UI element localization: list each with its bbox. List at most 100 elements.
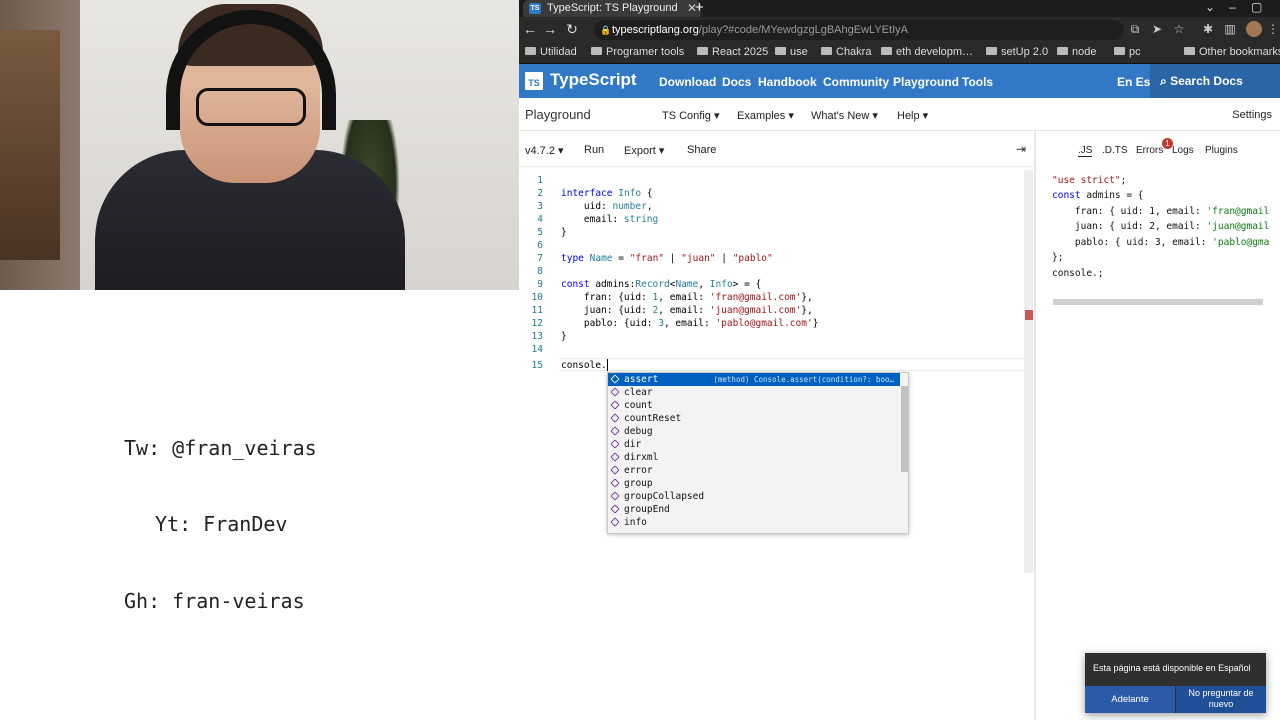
suggestion-item[interactable]: count	[608, 399, 900, 412]
output-line: fran: { uid: 1, email: 'fran@gmail	[1052, 206, 1270, 217]
code-line: 7 type Name = "fran" | "juan" | "pablo"	[537, 253, 773, 264]
search-docs-button[interactable]: ⌕ Search Docs	[1150, 64, 1280, 98]
github-handle: Gh: fran-veiras	[124, 589, 305, 613]
export-button[interactable]: Export ▾	[624, 144, 664, 157]
chevron-down-icon[interactable]: ⌄	[1205, 0, 1215, 14]
autocomplete-scrollbar[interactable]	[901, 386, 908, 472]
autocomplete-list[interactable]: assert (method) Console.assert(condition?…	[607, 372, 909, 534]
star-icon[interactable]: ☆	[1172, 22, 1186, 36]
nav-download[interactable]: Download	[659, 75, 716, 89]
suggestion-item[interactable]: clear	[608, 386, 900, 399]
output-scrollbar[interactable]	[1053, 299, 1263, 305]
url-path: /play?#code/MYewdgzgLgBAhgEwLYEtIyA	[698, 24, 908, 36]
suggestion-item[interactable]: debug	[608, 425, 900, 438]
tab-logs[interactable]: Logs	[1172, 145, 1194, 156]
output-tabs: .JS .D.TS Errors 1 Logs Plugins	[1036, 131, 1280, 167]
version-select[interactable]: v4.7.2 ▾	[525, 144, 564, 157]
suggestion-item[interactable]: dir	[608, 438, 900, 451]
output-line: pablo: { uid: 3, email: 'pablo@gma	[1052, 237, 1270, 248]
minimize-icon[interactable]: –	[1229, 0, 1236, 14]
extensions-icon[interactable]: ✱	[1201, 22, 1215, 36]
suggestion-item[interactable]: error	[608, 464, 900, 477]
editor-scrollbar[interactable]	[1024, 170, 1033, 573]
suggestion-item[interactable]: groupCollapsed	[608, 490, 900, 503]
reload-icon[interactable]: ↻	[564, 21, 580, 38]
forward-icon[interactable]: →	[542, 21, 558, 37]
nav-docs[interactable]: Docs	[722, 75, 751, 89]
code-line: 6	[537, 240, 543, 251]
language-switch[interactable]: En Es	[1117, 75, 1150, 89]
typescript-brand[interactable]: TypeScript	[550, 70, 637, 90]
folder-icon	[1184, 47, 1195, 55]
webcam-feed	[0, 0, 519, 290]
bookmark-item[interactable]: pc	[1114, 46, 1141, 58]
folder-icon	[1057, 47, 1068, 55]
bookmark-item[interactable]: eth developm…	[881, 46, 973, 58]
back-icon[interactable]: ←	[522, 21, 538, 37]
other-bookmarks[interactable]: Other bookmarks	[1184, 46, 1280, 58]
code-line: 4 email: string	[537, 214, 659, 225]
bookmark-item[interactable]: node	[1057, 46, 1096, 58]
folder-icon	[1114, 47, 1125, 55]
nav-handbook[interactable]: Handbook	[758, 75, 817, 89]
method-icon	[610, 426, 620, 436]
menu-ts-config[interactable]: TS Config ▾	[662, 109, 720, 122]
typescript-logo-icon[interactable]: TS	[525, 72, 543, 90]
translate-icon[interactable]: ⧉	[1128, 22, 1142, 37]
code-line: 8	[537, 266, 543, 277]
search-icon: ⌕	[1160, 74, 1171, 88]
output-line: };	[1052, 252, 1064, 263]
suggestion-item[interactable]: countReset	[608, 412, 900, 425]
share-button[interactable]: Share	[687, 144, 716, 156]
menu-whats-new[interactable]: What's New ▾	[811, 109, 878, 122]
method-icon	[610, 504, 620, 514]
tab-plugins[interactable]: Plugins	[1205, 145, 1238, 156]
address-bar[interactable]: 🔒 typescriptlang.org/play?#code/MYewdgzg…	[594, 20, 1124, 40]
maximize-icon[interactable]: ▢	[1251, 0, 1262, 14]
output-line: "use strict";	[1052, 175, 1127, 186]
suggestion-detail: (method) Console.assert(condition?: boo…	[713, 375, 894, 384]
menu-icon[interactable]: ⋮	[1266, 22, 1280, 36]
folder-icon	[986, 47, 997, 55]
sidepanel-icon[interactable]: ▥	[1223, 22, 1237, 36]
bookmark-item[interactable]: setUp 2.0	[986, 46, 1048, 58]
method-icon	[610, 478, 620, 488]
bookmark-item[interactable]: Programer tools	[591, 46, 684, 58]
tab-errors[interactable]: Errors	[1136, 145, 1163, 156]
bookmark-item[interactable]: React 2025	[697, 46, 768, 58]
suggestion-item[interactable]: info	[608, 516, 900, 529]
bookmark-item[interactable]: Chakra	[821, 46, 871, 58]
suggestion-item[interactable]: group	[608, 477, 900, 490]
tab-dts[interactable]: .D.TS	[1102, 145, 1128, 156]
output-line: juan: { uid: 2, email: 'juan@gmail	[1052, 221, 1270, 232]
code-line: 11 juan: {uid: 2, email: 'juan@gmail.com…	[531, 305, 813, 316]
code-line: 12 pablo: {uid: 3, email: 'pablo@gmail.c…	[531, 318, 819, 329]
run-button[interactable]: Run	[584, 144, 604, 156]
menu-examples[interactable]: Examples ▾	[737, 109, 794, 122]
code-line: 5}	[537, 227, 567, 238]
bookmarks-bar: Utilidad Programer tools React 2025 use …	[519, 43, 1280, 64]
menu-help[interactable]: Help ▾	[897, 109, 928, 122]
translate-decline-button[interactable]: No preguntar de nuevo	[1176, 686, 1266, 713]
nav-community[interactable]: Community	[823, 75, 889, 89]
suggestion-item[interactable]: groupEnd	[608, 503, 900, 516]
suggestion-item[interactable]: dirxml	[608, 451, 900, 464]
bookmark-item[interactable]: use	[775, 46, 808, 58]
tab-js[interactable]: .JS	[1078, 145, 1093, 157]
settings-link[interactable]: Settings	[1232, 109, 1272, 121]
nav-tools[interactable]: Tools	[962, 75, 993, 89]
translate-accept-button[interactable]: Adelante	[1085, 686, 1175, 713]
profile-avatar[interactable]	[1246, 21, 1262, 37]
folder-icon	[591, 47, 602, 55]
collapse-panel-icon[interactable]: ⇥	[1016, 142, 1026, 156]
new-tab-icon[interactable]: +	[695, 0, 709, 16]
nav-playground[interactable]: Playground	[893, 75, 959, 89]
tab-typescript-playground[interactable]: TS TypeScript: TS Playground ✕	[523, 0, 701, 17]
suggestion-item[interactable]: assert (method) Console.assert(condition?…	[608, 373, 900, 386]
bookmark-item[interactable]: Utilidad	[525, 46, 577, 58]
send-icon[interactable]: ➤	[1150, 22, 1164, 36]
code-editor[interactable]: 1 2 interface Info { 3 uid: number, 4 ema…	[519, 170, 1034, 720]
youtube-handle: Yt: FranDev	[155, 512, 288, 536]
folder-icon	[775, 47, 786, 55]
method-icon	[610, 374, 620, 384]
